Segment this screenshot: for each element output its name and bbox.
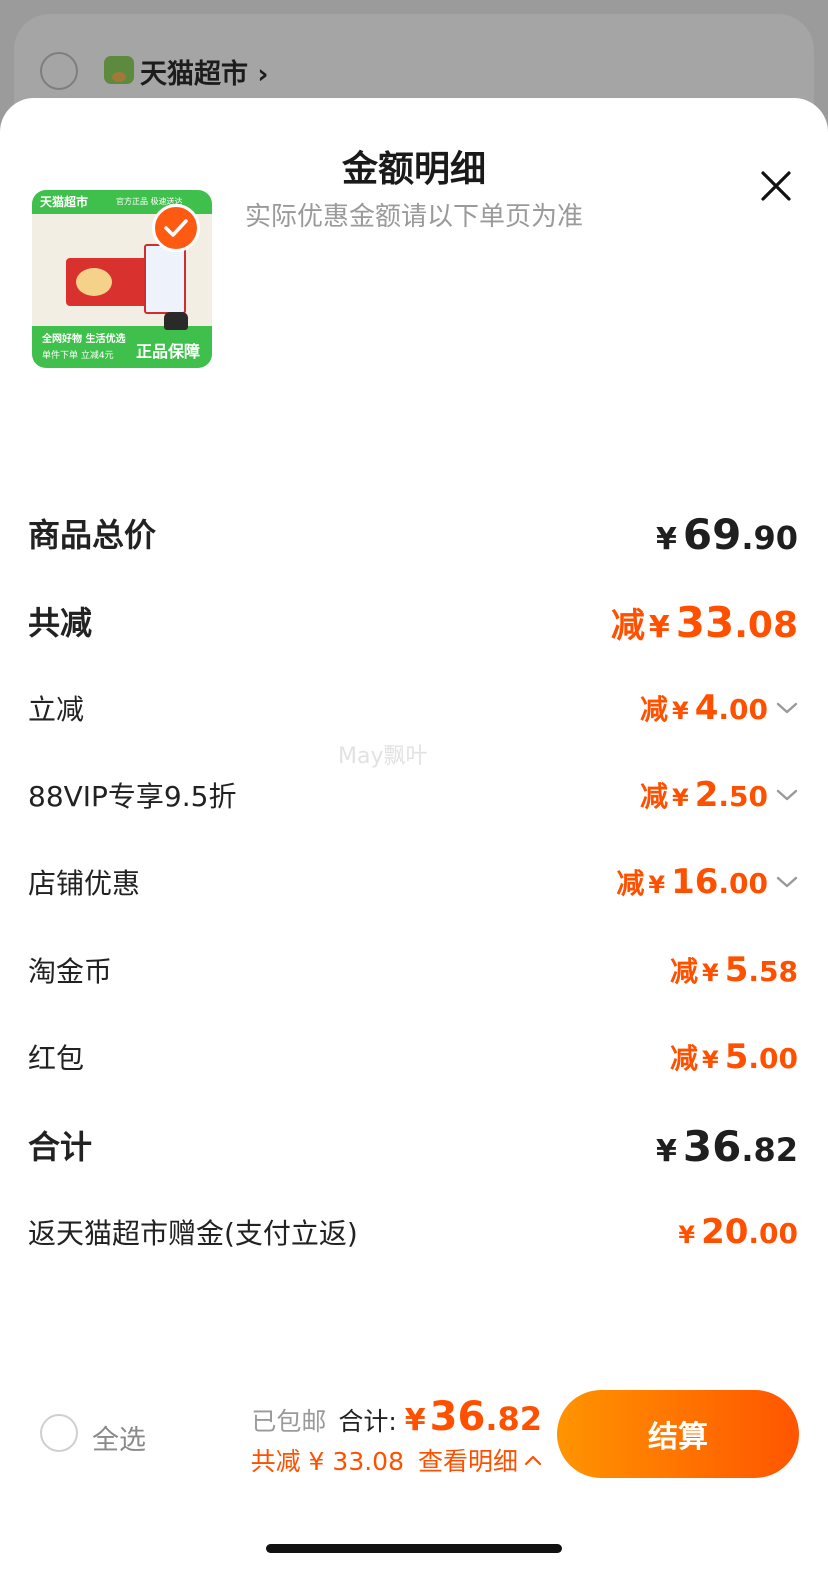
discount-prefix: 减 — [640, 780, 669, 813]
product-promo-line2: 单件下单 立减4元 — [42, 351, 114, 361]
watermark-text: May飘叶 — [338, 744, 428, 769]
amount-integer: 4 — [694, 688, 719, 728]
amount-decimal: .82 — [741, 1131, 798, 1169]
tmall-cat-icon — [164, 312, 188, 330]
chevron-down-icon[interactable] — [776, 788, 798, 802]
currency-symbol: ¥ — [702, 1046, 719, 1074]
amount-decimal: .00 — [748, 1217, 798, 1250]
row-total-discount: 共减 减 ¥ 33 .08 — [28, 598, 798, 648]
discount-prefix: 减 — [610, 606, 645, 646]
row-label: 立减 — [28, 693, 85, 726]
footer-total-integer: 36 — [429, 1394, 486, 1440]
footer-total: 已包邮 合计: ¥ 36 .82 — [251, 1394, 542, 1440]
amount-decimal: .00 — [718, 693, 768, 726]
amount-decimal: .90 — [741, 519, 798, 557]
discount-prefix: 减 — [616, 867, 645, 900]
grand-total-amount: ¥ 36 .82 — [656, 1122, 798, 1171]
currency-symbol: ¥ — [655, 1134, 677, 1169]
amount-integer: 16 — [671, 862, 719, 902]
amount-decimal: .00 — [748, 1042, 798, 1075]
free-shipping-text: 已包邮 — [251, 1407, 327, 1436]
row-total-goods: 商品总价 ¥ 69 .90 — [28, 510, 798, 560]
home-indicator — [266, 1544, 562, 1553]
row-vip-discount[interactable]: 88VIP专享9.5折 减 ¥ 2 .50 — [28, 775, 798, 821]
amount-integer: 5 — [724, 950, 749, 990]
row-label: 共减 — [28, 604, 93, 642]
currency-symbol: ¥ — [672, 697, 689, 725]
row-cashback: 返天猫超市赠金(支付立返) ¥ 20 .00 — [28, 1212, 798, 1258]
total-goods-amount: ¥ 69 .90 — [656, 510, 798, 559]
row-label: 返天猫超市赠金(支付立返) — [28, 1217, 358, 1250]
row-store-coupon[interactable]: 店铺优惠 减 ¥ 16 .00 — [28, 862, 798, 908]
close-icon[interactable] — [758, 168, 794, 204]
amount-decimal: .08 — [734, 605, 798, 646]
row-label: 店铺优惠 — [28, 867, 141, 900]
product-pack-image — [144, 244, 186, 314]
row-label: 红包 — [28, 1042, 85, 1075]
red-packet-amount: 减 ¥ 5 .00 — [670, 1037, 798, 1077]
currency-symbol: ¥ — [404, 1403, 426, 1438]
product-guarantee-text: 正品保障 — [136, 342, 201, 361]
row-grand-total: 合计 ¥ 36 .82 — [28, 1122, 798, 1172]
row-taobao-coins: 淘金币 减 ¥ 5 .58 — [28, 950, 798, 996]
footer-total-decimal: .82 — [485, 1400, 542, 1438]
currency-symbol: ¥ — [648, 610, 670, 645]
instant-discount-amount[interactable]: 减 ¥ 4 .00 — [640, 688, 798, 728]
product-brand-text: 天猫超市 — [40, 195, 89, 209]
store-select-radio[interactable] — [40, 52, 78, 90]
amount-integer: 5 — [724, 1037, 749, 1077]
currency-symbol: ¥ — [655, 522, 677, 557]
row-label: 淘金币 — [28, 955, 113, 988]
amount-integer: 33 — [675, 598, 735, 647]
product-selected-check-icon[interactable] — [152, 204, 200, 252]
amount-decimal: .58 — [748, 955, 798, 988]
select-all-label[interactable]: 全选 — [92, 1418, 146, 1457]
discount-prefix: 减 — [670, 955, 699, 988]
checkout-button[interactable]: 结算 — [557, 1390, 799, 1478]
store-coupon-amount[interactable]: 减 ¥ 16 .00 — [616, 862, 798, 902]
row-red-packet: 红包 减 ¥ 5 .00 — [28, 1037, 798, 1083]
footer-savings[interactable]: 共减 ¥ 33.08 查看明细 — [251, 1442, 542, 1478]
row-instant-discount[interactable]: 立减 减 ¥ 4 .00 — [28, 688, 798, 734]
footer-total-label: 合计: — [338, 1407, 397, 1436]
product-cookie-image — [76, 268, 112, 296]
vip-discount-amount[interactable]: 减 ¥ 2 .50 — [640, 775, 798, 815]
store-name-link[interactable]: 天猫超市 › — [140, 52, 269, 91]
cashback-amount: ¥ 20 .00 — [678, 1212, 798, 1252]
coins-discount-amount: 减 ¥ 5 .58 — [670, 950, 798, 990]
amount-integer: 36 — [682, 1122, 742, 1171]
amount-integer: 2 — [694, 775, 719, 815]
currency-symbol: ¥ — [678, 1221, 696, 1249]
chevron-down-icon[interactable] — [776, 701, 798, 715]
select-all-radio[interactable] — [40, 1414, 78, 1452]
row-label: 商品总价 — [28, 516, 157, 554]
footer-saved-amount: 共减 ¥ 33.08 — [250, 1447, 404, 1476]
product-promo-line1: 全网好物 生活优选 — [42, 334, 126, 345]
amount-decimal: .50 — [718, 780, 768, 813]
discount-prefix: 减 — [640, 693, 669, 726]
amount-integer: 20 — [701, 1212, 749, 1252]
chevron-up-icon[interactable] — [524, 1454, 542, 1466]
tmall-supermarket-logo-icon — [104, 56, 134, 84]
currency-symbol: ¥ — [648, 871, 666, 899]
currency-symbol: ¥ — [672, 784, 689, 812]
row-label: 合计 — [28, 1128, 93, 1166]
row-label: 88VIP专享9.5折 — [28, 780, 237, 813]
discount-prefix: 减 — [670, 1042, 699, 1075]
sheet-title: 金额明细 — [341, 149, 486, 190]
chevron-down-icon[interactable] — [776, 875, 798, 889]
total-discount-amount: 减 ¥ 33 .08 — [611, 598, 798, 647]
amount-decimal: .00 — [718, 867, 768, 900]
view-details-link[interactable]: 查看明细 — [418, 1442, 518, 1478]
amount-integer: 69 — [682, 510, 742, 559]
currency-symbol: ¥ — [702, 959, 719, 987]
